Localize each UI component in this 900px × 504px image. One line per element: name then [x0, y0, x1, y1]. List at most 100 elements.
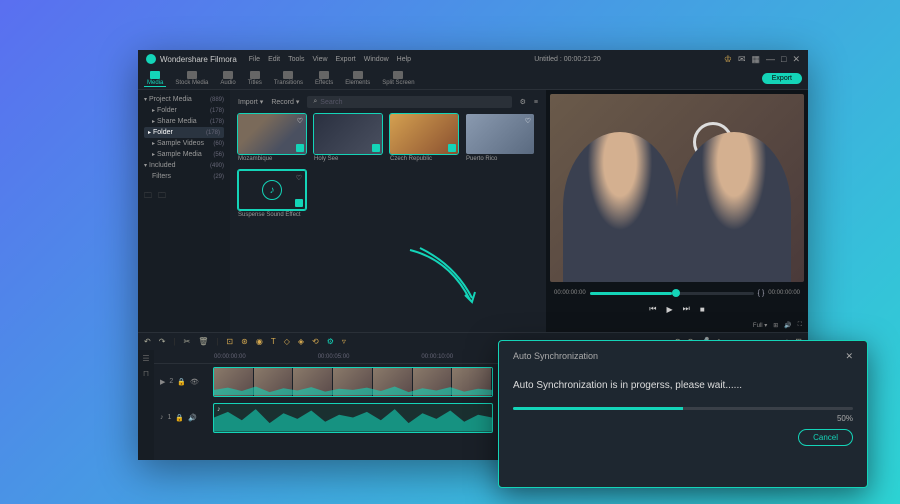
- heart-icon[interactable]: ♡: [525, 117, 531, 125]
- lock-icon[interactable]: 🔒: [177, 378, 186, 386]
- sidebar-item[interactable]: ▸Sample Media(56): [144, 149, 224, 160]
- menu-bar: File Edit Tools View Export Window Help: [249, 56, 411, 63]
- sync-dialog: Auto Synchronization ✕ Auto Synchronizat…: [498, 340, 868, 488]
- sidebar-included[interactable]: ▾Included(490): [144, 160, 224, 171]
- redo-icon[interactable]: ↷: [159, 337, 166, 346]
- keyframe-icon[interactable]: ◈: [298, 337, 304, 346]
- filter-icon[interactable]: ⚙: [520, 98, 526, 106]
- menu-view[interactable]: View: [312, 56, 327, 63]
- toolbar: Media Stock Media Audio Titles Transitio…: [138, 68, 808, 90]
- check-icon: [295, 199, 303, 207]
- sidebar-filters[interactable]: Filters(29): [144, 171, 224, 182]
- scrubber-track[interactable]: [590, 292, 754, 295]
- volume-icon[interactable]: 🔊: [784, 322, 791, 329]
- close-icon[interactable]: ✕: [792, 54, 800, 65]
- undo-icon[interactable]: ↶: [144, 337, 151, 346]
- preview-video[interactable]: [550, 94, 804, 282]
- tab-split-screen[interactable]: Split Screen: [379, 71, 417, 86]
- heart-icon[interactable]: ♡: [297, 117, 303, 125]
- mail-icon[interactable]: ✉: [738, 54, 746, 65]
- color-icon[interactable]: ◉: [256, 337, 263, 346]
- tab-audio[interactable]: Audio: [217, 71, 238, 86]
- layers-icon[interactable]: ☰: [142, 354, 149, 363]
- audio-clip[interactable]: ♪: [213, 403, 493, 433]
- cancel-button[interactable]: Cancel: [798, 429, 853, 446]
- fullscreen-icon[interactable]: ⛶: [798, 322, 802, 329]
- app-name: Wondershare Filmora: [160, 55, 237, 64]
- next-icon[interactable]: ⏭: [683, 304, 690, 314]
- play-icon[interactable]: ▶: [667, 305, 673, 314]
- crop-icon[interactable]: ⊡: [226, 337, 233, 346]
- marker-icon[interactable]: ▿: [342, 337, 346, 346]
- tab-effects[interactable]: Effects: [312, 71, 336, 86]
- menu-export[interactable]: Export: [336, 56, 356, 63]
- sidebar-project-media[interactable]: ▾Project Media(889): [144, 94, 224, 105]
- titlebar: Wondershare Filmora File Edit Tools View…: [138, 50, 808, 68]
- dialog-close-icon[interactable]: ✕: [845, 351, 853, 362]
- magnet-icon[interactable]: ⊓: [143, 369, 149, 378]
- cut-icon[interactable]: ✂: [183, 337, 190, 346]
- loop-icon[interactable]: { }: [758, 290, 765, 297]
- adjust-icon[interactable]: ⚙: [327, 337, 334, 346]
- sidebar-item-active[interactable]: ▸Folder(178): [144, 127, 224, 138]
- mute-icon[interactable]: 🔊: [188, 414, 197, 422]
- media-panel: Import ▾ Record ▾ ⌕Search ⚙ ≡ ♡Mozambiqu…: [230, 90, 546, 332]
- menu-help[interactable]: Help: [397, 56, 411, 63]
- text-icon[interactable]: T: [271, 337, 276, 346]
- greenscreen-icon[interactable]: ◇: [284, 337, 290, 346]
- maximize-icon[interactable]: □: [781, 54, 786, 65]
- lock-icon[interactable]: 🔒: [175, 414, 184, 422]
- quality-dropdown[interactable]: Full ▾: [753, 322, 767, 329]
- timeline-side-tools: ☰ ⊓: [138, 350, 154, 460]
- sync-icon[interactable]: ⟲: [312, 337, 319, 346]
- menu-tools[interactable]: Tools: [288, 56, 304, 63]
- menu-edit[interactable]: Edit: [268, 56, 280, 63]
- media-item[interactable]: Holy See: [314, 114, 382, 162]
- sort-icon[interactable]: ≡: [534, 99, 538, 106]
- time-total: 00:00:00:00: [768, 290, 800, 296]
- heart-icon[interactable]: ♡: [296, 174, 302, 182]
- sidebar-item[interactable]: ▸Share Media(178): [144, 116, 224, 127]
- export-button[interactable]: Export: [762, 73, 802, 84]
- app-logo-icon: [146, 54, 156, 64]
- play-controls: ⏮ ▶ ⏭ ■: [546, 300, 808, 318]
- sidebar-item[interactable]: ▸Folder(178): [144, 105, 224, 116]
- menu-window[interactable]: Window: [364, 56, 389, 63]
- sidebar-item[interactable]: ▸Sample Videos(60): [144, 138, 224, 149]
- tab-titles[interactable]: Titles: [245, 71, 265, 86]
- audio-track-icon: ♪: [160, 414, 164, 421]
- stop-icon[interactable]: ■: [700, 305, 705, 314]
- media-item[interactable]: ♪♡Suspense Sound Effect: [238, 170, 306, 218]
- video-clip[interactable]: [213, 367, 493, 397]
- tab-elements[interactable]: Elements: [342, 71, 373, 86]
- progress-percent: 50%: [513, 414, 853, 423]
- tab-media[interactable]: Media: [144, 71, 166, 87]
- media-item[interactable]: ♡Mozambique: [238, 114, 306, 162]
- prev-icon[interactable]: ⏮: [649, 304, 656, 314]
- crown-icon[interactable]: ♔: [724, 54, 732, 65]
- tab-stock-media[interactable]: Stock Media: [172, 71, 211, 86]
- minimize-icon[interactable]: —: [766, 54, 775, 65]
- new-bin-icon[interactable]: 🗀: [158, 190, 166, 204]
- grid-icon[interactable]: ▦: [752, 54, 761, 65]
- media-item[interactable]: Czech Republic: [390, 114, 458, 162]
- search-input[interactable]: ⌕Search: [307, 96, 511, 108]
- media-item[interactable]: ♡Puerto Rico: [466, 114, 534, 162]
- check-icon: [448, 144, 456, 152]
- time-current: 00:00:00:00: [554, 290, 586, 296]
- progress-bar: [513, 407, 853, 410]
- preview-panel: 00:00:00:00 { } 00:00:00:00 ⏮ ▶ ⏭ ■ Full…: [546, 90, 808, 332]
- search-icon: ⌕: [313, 98, 317, 106]
- speed-icon[interactable]: ⊛: [241, 337, 248, 346]
- delete-icon[interactable]: 🗑: [198, 337, 208, 346]
- snapshot-icon[interactable]: ⊞: [773, 322, 778, 329]
- eye-icon[interactable]: 👁: [190, 378, 199, 386]
- record-dropdown[interactable]: Record ▾: [271, 98, 299, 106]
- tab-transitions[interactable]: Transitions: [271, 71, 306, 86]
- check-icon: [296, 144, 304, 152]
- import-dropdown[interactable]: Import ▾: [238, 98, 263, 106]
- check-icon: [372, 144, 380, 152]
- dialog-message: Auto Synchronization is in progerss, ple…: [513, 380, 853, 391]
- new-folder-icon[interactable]: 🗀: [144, 190, 152, 204]
- menu-file[interactable]: File: [249, 56, 260, 63]
